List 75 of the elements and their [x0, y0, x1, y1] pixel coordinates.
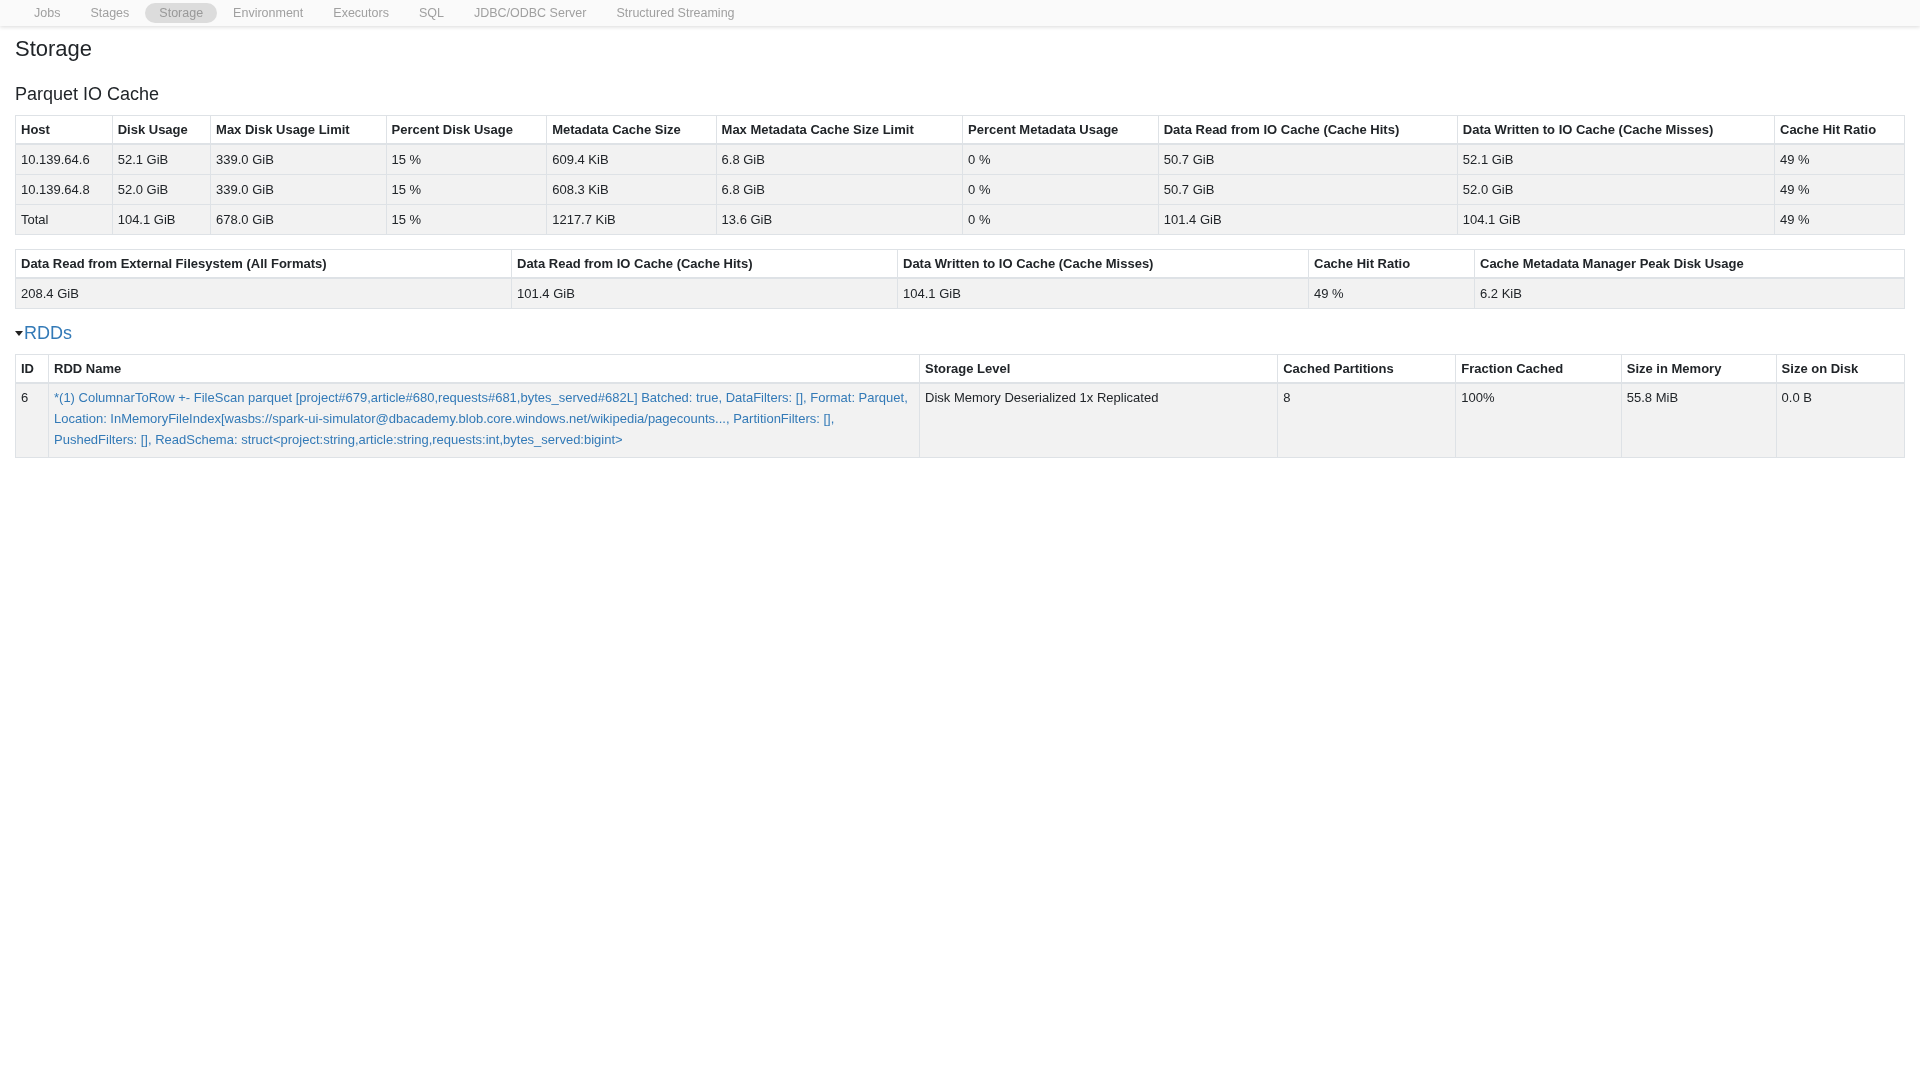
table-cell: 6.8 GiB	[716, 144, 963, 175]
nav-tab[interactable]: Stages	[76, 3, 144, 23]
column-header: RDD Name	[48, 354, 920, 383]
column-header: Percent Disk Usage	[386, 115, 547, 144]
column-header: Storage Level	[919, 354, 1278, 383]
table-cell: 8	[1277, 383, 1456, 458]
table-cell: 49 %	[1774, 174, 1905, 205]
table-cell: 52.1 GiB	[1457, 144, 1775, 175]
table-cell: 50.7 GiB	[1158, 174, 1458, 205]
table-cell: 208.4 GiB	[15, 278, 512, 309]
column-header: Max Disk Usage Limit	[210, 115, 387, 144]
column-header: Size in Memory	[1621, 354, 1777, 383]
table-cell: 50.7 GiB	[1158, 144, 1458, 175]
table-cell: 15 %	[386, 174, 547, 205]
table-cell: 10.139.64.8	[15, 174, 113, 205]
table-cell: 0.0 B	[1776, 383, 1905, 458]
table-cell: 1217.7 KiB	[546, 204, 717, 235]
nav-tab[interactable]: JDBC/ODBC Server	[459, 3, 601, 23]
column-header: Data Read from IO Cache (Cache Hits)	[511, 249, 898, 278]
column-header: Metadata Cache Size	[546, 115, 717, 144]
column-header: Cache Hit Ratio	[1774, 115, 1905, 144]
column-header: Cache Hit Ratio	[1308, 249, 1475, 278]
column-header: Cache Metadata Manager Peak Disk Usage	[1474, 249, 1905, 278]
table-cell: 0 %	[962, 144, 1159, 175]
column-header: ID	[15, 354, 49, 383]
table-cell: 15 %	[386, 204, 547, 235]
table-cell: 15 %	[386, 144, 547, 175]
table-cell: 49 %	[1774, 204, 1905, 235]
column-header: Max Metadata Cache Size Limit	[716, 115, 963, 144]
column-header: Host	[15, 115, 113, 144]
column-header: Data Written to IO Cache (Cache Misses)	[897, 249, 1309, 278]
table-cell: 609.4 KiB	[546, 144, 717, 175]
nav-tab[interactable]: Structured Streaming	[602, 3, 749, 23]
column-header: Cached Partitions	[1277, 354, 1456, 383]
column-header: Data Written to IO Cache (Cache Misses)	[1457, 115, 1775, 144]
column-header: Percent Metadata Usage	[962, 115, 1159, 144]
table-cell: 55.8 MiB	[1621, 383, 1777, 458]
section-link[interactable]: RDDs	[24, 323, 72, 344]
table-cell: 52.0 GiB	[1457, 174, 1775, 205]
table-cell: 608.3 KiB	[546, 174, 717, 205]
table-cell: 339.0 GiB	[210, 174, 387, 205]
table-cell: 104.1 GiB	[1457, 204, 1775, 235]
caret-icon[interactable]	[15, 331, 23, 336]
table-cell: Disk Memory Deserialized 1x Replicated	[919, 383, 1278, 458]
table-cell: 6	[15, 383, 49, 458]
table-cell: 104.1 GiB	[112, 204, 211, 235]
table-cell: 339.0 GiB	[210, 144, 387, 175]
table-cell: 49 %	[1774, 144, 1905, 175]
table-cell: 10.139.64.6	[15, 144, 113, 175]
table-cell: Total	[15, 204, 113, 235]
table-cell: 6.2 KiB	[1474, 278, 1905, 309]
table-cell: 52.0 GiB	[112, 174, 211, 205]
column-header: Size on Disk	[1776, 354, 1905, 383]
table-cell: 52.1 GiB	[112, 144, 211, 175]
nav-tab[interactable]: Executors	[319, 3, 403, 23]
page-title: Storage	[15, 36, 94, 62]
column-header: Disk Usage	[112, 115, 211, 144]
table-cell: 100%	[1455, 383, 1622, 458]
table-cell: 6.8 GiB	[716, 174, 963, 205]
nav-tab[interactable]: Jobs	[20, 3, 75, 23]
column-header: Data Read from External Filesystem (All Formats)	[15, 249, 512, 278]
table-cell: 13.6 GiB	[716, 204, 963, 235]
table-cell: 0 %	[962, 204, 1159, 235]
table-cell: 49 %	[1308, 278, 1475, 309]
nav-tab[interactable]: Environment	[219, 3, 318, 23]
nav-tab[interactable]: Storage	[145, 3, 218, 23]
table-cell: 104.1 GiB	[897, 278, 1309, 309]
table-cell: 678.0 GiB	[210, 204, 387, 235]
column-header: Fraction Cached	[1455, 354, 1622, 383]
table-cell: 0 %	[962, 174, 1159, 205]
section-heading: Parquet IO Cache	[15, 84, 161, 105]
table-cell: 101.4 GiB	[1158, 204, 1458, 235]
table-cell: 101.4 GiB	[511, 278, 898, 309]
column-header: Data Read from IO Cache (Cache Hits)	[1158, 115, 1458, 144]
nav-tab[interactable]: SQL	[404, 3, 458, 23]
